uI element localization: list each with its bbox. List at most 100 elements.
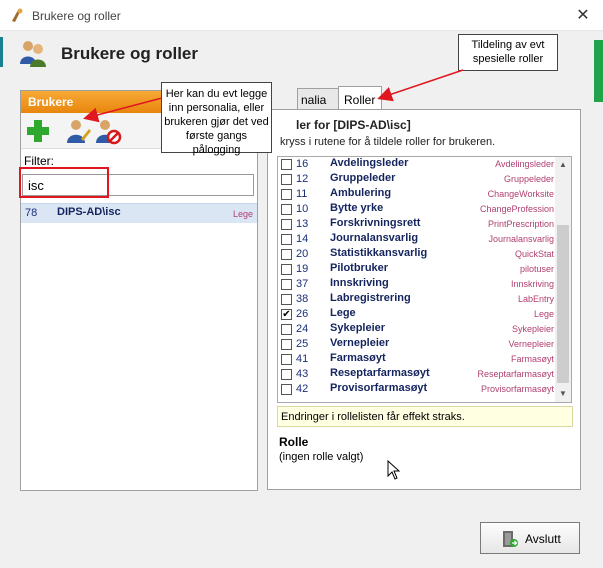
role-checkbox[interactable] <box>281 249 292 260</box>
role-name: Reseptarfarmasøyt <box>330 367 430 379</box>
role-name: Vernepleier <box>330 337 390 349</box>
role-code: Sykepleier <box>511 324 554 334</box>
role-name: Forskrivningsrett <box>330 217 421 229</box>
role-id: 25 <box>296 338 309 350</box>
user-role: Lege <box>233 209 254 219</box>
role-checkbox[interactable] <box>281 159 292 170</box>
scroll-up-icon[interactable]: ▲ <box>555 157 571 173</box>
role-checkbox-checked[interactable]: ✔ <box>281 309 292 320</box>
list-item[interactable]: 13 Forskrivningsrett PrintPrescription <box>278 217 558 232</box>
list-item[interactable]: 37 Innskriving Innskriving <box>278 277 558 292</box>
role-name: Bytte yrke <box>330 202 384 214</box>
role-code: Reseptarfarmasøyt <box>477 369 554 379</box>
list-item[interactable]: 14 Journalansvarlig Journalansvarlig <box>278 232 558 247</box>
background-window-edge <box>0 37 3 67</box>
user-id: 78 <box>25 207 38 219</box>
add-user-icon[interactable] <box>24 117 52 145</box>
role-code: Journalansvarlig <box>488 234 554 244</box>
role-id: 26 <box>296 308 309 320</box>
role-checkbox[interactable] <box>281 339 292 350</box>
role-checkbox[interactable] <box>281 294 292 305</box>
role-name: Ambulering <box>330 187 392 199</box>
role-id: 14 <box>296 233 309 245</box>
role-code: QuickStat <box>514 249 554 259</box>
callout-roller: Tildeling av evt spesielle roller <box>458 34 558 71</box>
role-name: Pilotbruker <box>330 262 389 274</box>
filter-label: Filter: <box>24 154 54 168</box>
role-id: 11 <box>296 188 308 200</box>
role-name: Lege <box>330 307 356 319</box>
role-name: Statistikkansvarlig <box>330 247 428 259</box>
users-icon <box>20 41 46 67</box>
role-id: 37 <box>296 278 309 290</box>
role-name: Provisorfarmasøyt <box>330 382 428 394</box>
role-name: Gruppeleder <box>330 172 396 184</box>
arrow-to-roller-tab <box>377 69 464 102</box>
exit-button[interactable]: Avslutt <box>480 522 580 554</box>
role-id: 12 <box>296 173 309 185</box>
role-checkbox[interactable] <box>281 219 292 230</box>
list-item[interactable]: 11 Ambulering ChangeWorksite <box>278 187 558 202</box>
window-title: Brukere og roller <box>32 9 121 23</box>
list-item[interactable]: 43 Reseptarfarmasøyt Reseptarfarmasøyt <box>278 367 558 382</box>
role-code: LabEntry <box>517 294 554 304</box>
role-code: pilotuser <box>519 264 554 274</box>
role-checkbox[interactable] <box>281 354 292 365</box>
scroll-down-icon[interactable]: ▼ <box>555 386 571 402</box>
background-window-edge <box>594 40 603 102</box>
role-name: Journalansvarlig <box>330 232 419 244</box>
role-checkbox[interactable] <box>281 204 292 215</box>
page-title: Brukere og roller <box>61 44 198 63</box>
callout-personalia: Her kan du evt legge inn personalia, ell… <box>161 82 272 156</box>
exit-button-label: Avslutt <box>525 532 561 546</box>
role-id: 10 <box>296 203 309 215</box>
list-item[interactable]: 41 Farmasøyt Farmasøyt <box>278 352 558 367</box>
role-id: 38 <box>296 293 309 305</box>
scroll-thumb[interactable] <box>557 225 569 383</box>
list-item[interactable]: 42 Provisorfarmasøyt Provisorfarmasøyt <box>278 382 558 397</box>
list-item[interactable]: 38 Labregistrering LabEntry <box>278 292 558 307</box>
role-code: Innskriving <box>510 279 554 289</box>
role-id: 19 <box>296 263 309 275</box>
mouse-cursor-icon <box>387 460 401 480</box>
role-code: Avdelingsleder <box>495 159 554 169</box>
role-checkbox[interactable] <box>281 264 292 275</box>
role-detail-title: Rolle <box>279 435 309 449</box>
role-id: 20 <box>296 248 309 260</box>
info-bar: Endringer i rollelisten får effekt strak… <box>277 406 573 427</box>
role-checkbox[interactable] <box>281 234 292 245</box>
role-checkbox[interactable] <box>281 384 292 395</box>
tab-roller[interactable]: Roller <box>338 86 382 110</box>
list-item[interactable]: 25 Vernepleier Vernepleier <box>278 337 558 352</box>
list-item[interactable]: 10 Bytte yrke ChangeProfession <box>278 202 558 217</box>
list-item[interactable]: 20 Statistikkansvarlig QuickStat <box>278 247 558 262</box>
role-code: Farmasøyt <box>510 354 554 364</box>
role-id: 13 <box>296 218 309 230</box>
list-item[interactable]: 24 Sykepleier Sykepleier <box>278 322 558 337</box>
role-name: Avdelingsleder <box>330 157 409 169</box>
edit-user-icon[interactable] <box>63 117 91 145</box>
delete-user-icon[interactable] <box>94 117 122 145</box>
role-checkbox[interactable] <box>281 189 292 200</box>
role-name: Innskriving <box>330 277 389 289</box>
role-checkbox[interactable] <box>281 324 292 335</box>
role-name: Sykepleier <box>330 322 386 334</box>
role-checkbox[interactable] <box>281 174 292 185</box>
list-item[interactable]: ✔ 26 Lege Lege <box>278 307 558 322</box>
user-name: DIPS-AD\isc <box>57 206 121 218</box>
role-id: 43 <box>296 368 309 380</box>
list-item[interactable]: 16 Avdelingsleder Avdelingsleder <box>278 157 558 172</box>
close-button[interactable]: ✕ <box>566 3 600 29</box>
role-id: 16 <box>296 158 309 170</box>
roles-instructions: kryss i rutene for å tildele roller for … <box>280 136 496 148</box>
role-detail-value: (ingen rolle valgt) <box>279 451 364 463</box>
role-code: PrintPrescription <box>487 219 554 229</box>
list-item[interactable]: 19 Pilotbruker pilotuser <box>278 262 558 277</box>
role-checkbox[interactable] <box>281 279 292 290</box>
roles-list: 16 Avdelingsleder Avdelingsleder 12 Grup… <box>277 156 572 403</box>
tab-personalia[interactable]: nalia <box>297 88 339 110</box>
list-item[interactable]: 12 Gruppeleder Gruppeleder <box>278 172 558 187</box>
role-id: 41 <box>296 353 309 365</box>
role-name: Labregistrering <box>330 292 411 304</box>
role-checkbox[interactable] <box>281 369 292 380</box>
